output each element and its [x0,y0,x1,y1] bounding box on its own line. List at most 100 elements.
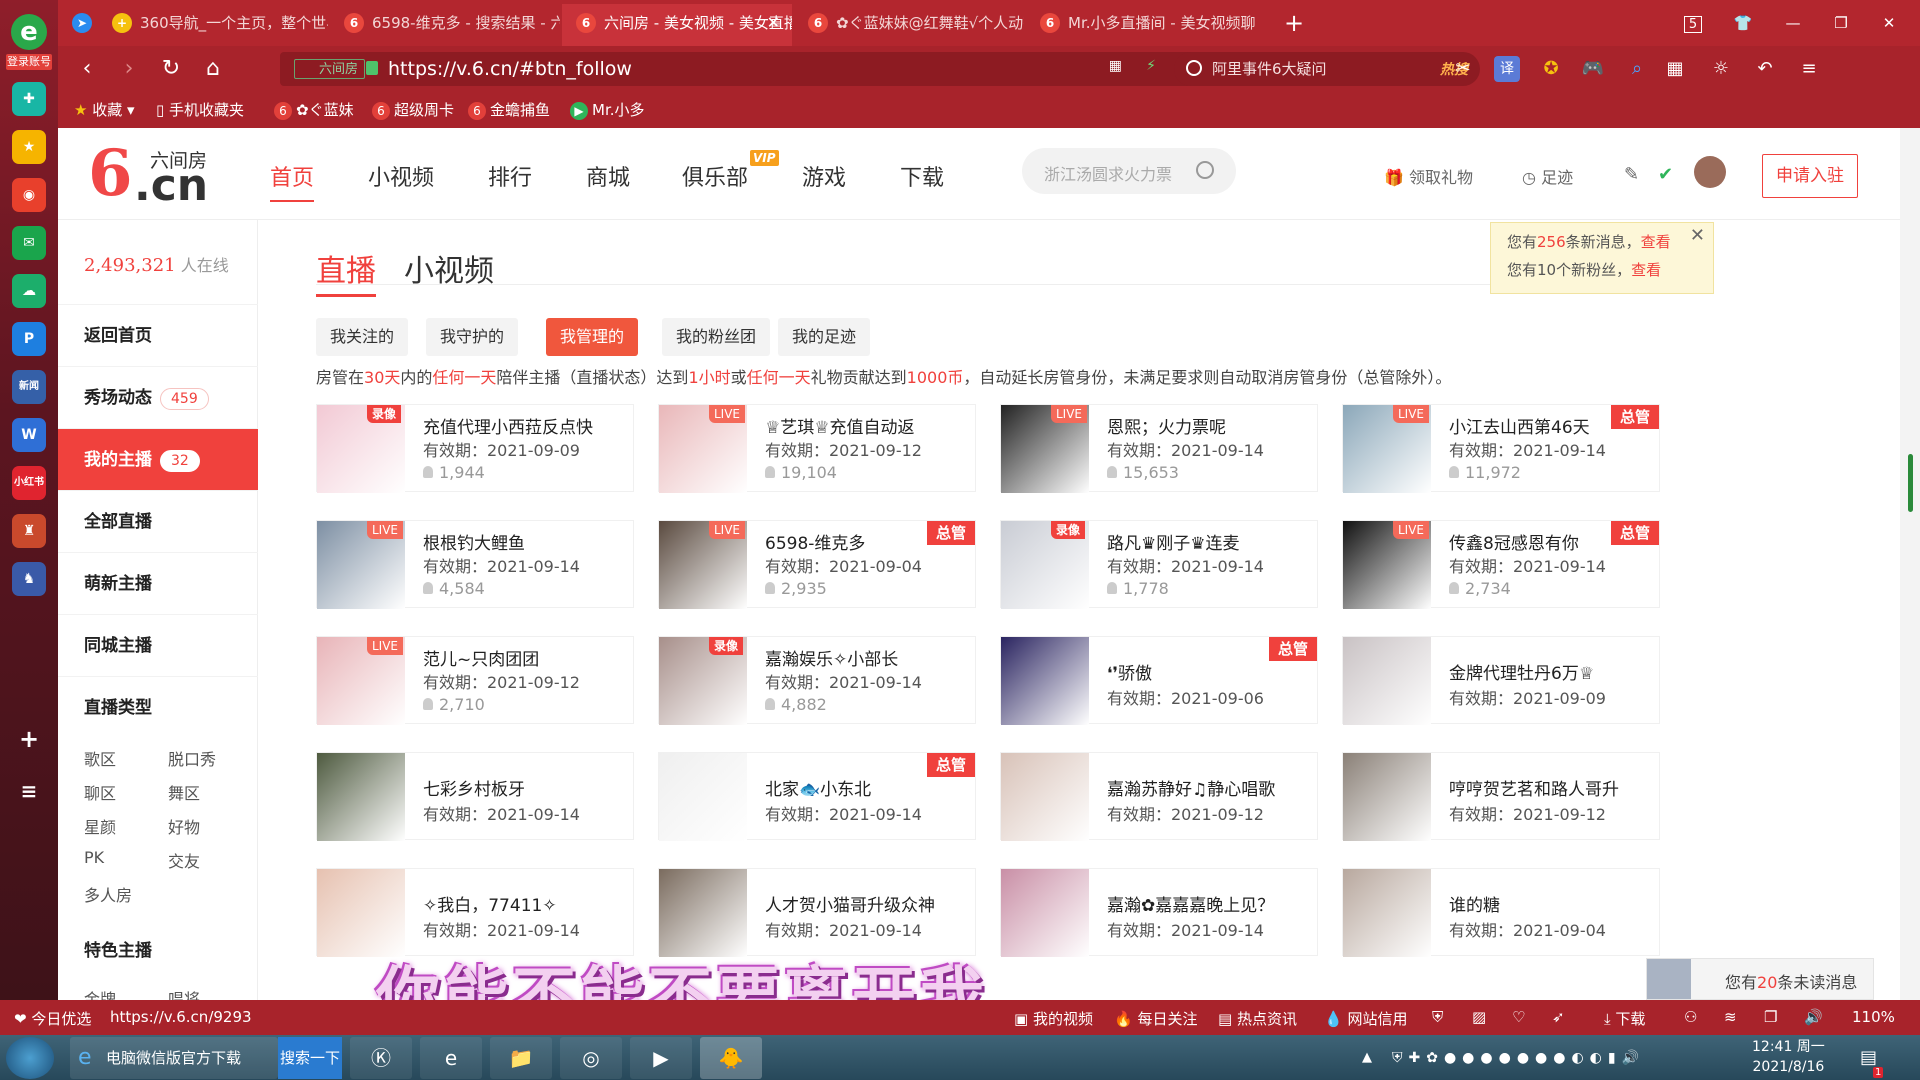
anchor-card[interactable]: 嘉瀚苏静好♫静心唱歌 有效期：2021-09-12 [1000,752,1318,841]
url-text[interactable]: https://v.6.cn/#btn_follow [388,57,632,81]
anchor-card[interactable]: 录像 充值代理小西菈反点快 有效期：2021-09-09 1,944 [316,404,634,493]
browser-menu-button[interactable]: ➤ [58,4,98,46]
tab-search-results[interactable]: 6 6598-维克多 - 搜索结果 - 六 [330,4,560,46]
brightness-icon[interactable]: ☼ [1708,56,1734,82]
coin-icon[interactable]: ✪ [1538,56,1564,82]
back-icon[interactable]: ‹ [72,54,102,84]
nav-local-anchors[interactable]: 同城主播 [58,614,258,676]
anchor-name[interactable]: 七彩乡村板牙 [423,775,525,800]
type-friends[interactable]: 交友 [168,848,200,872]
avatar[interactable] [1694,156,1726,188]
anchor-thumbnail[interactable] [659,753,747,841]
status-site-credit[interactable]: 💧 网站信用 [1324,1008,1407,1029]
anchor-card[interactable]: ✧我白，77411✧ 有效期：2021-09-14 [316,868,634,957]
anchor-card[interactable]: 哼哼贺艺茗和路人哥升 有效期：2021-09-12 [1342,752,1660,841]
view-fans-link[interactable]: 查看 [1631,261,1661,279]
k-app-icon[interactable]: Ⓚ [350,1037,412,1079]
login-account-button[interactable]: e 登录账号 [6,14,52,74]
anchor-card[interactable]: 人才贺小猫哥升级众神 有效期：2021-09-14 [658,868,976,957]
like-icon[interactable]: ♡ [1512,1008,1525,1026]
vertical-scrollbar[interactable] [1900,128,1920,1000]
type-song[interactable]: 歌区 [84,746,116,770]
weibo-icon[interactable]: ◉ [12,178,46,212]
nav-club[interactable]: 俱乐部 [682,160,748,192]
nav-all-live[interactable]: 全部直播 [58,490,258,552]
nav-show-feed[interactable]: 秀场动态 459 [58,366,258,428]
red-app-icon[interactable]: 小红书 [12,466,46,500]
folder-app-icon[interactable]: 📁 [490,1037,552,1079]
anchor-thumbnail[interactable] [1001,753,1089,841]
footprint-link[interactable]: ◷ 足迹 [1522,164,1573,188]
anchor-name[interactable]: 范儿~只肉团团 [423,645,539,670]
new-tab-button[interactable]: + [1274,4,1314,46]
type-goods[interactable]: 好物 [168,814,200,838]
subtab-managing[interactable]: 我管理的 [546,318,639,356]
translate-icon[interactable]: 译 [1494,56,1520,82]
notification-icon[interactable]: ▤1 [1860,1037,1884,1079]
scroll-thumb[interactable] [1908,454,1913,512]
tab-6cn-active[interactable]: 6 六间房 - 美女视频 - 美女直播 ✕ [562,4,792,46]
anchor-name[interactable]: 小江去山西第46天 [1449,413,1590,438]
home-icon[interactable]: ⌂ [198,54,228,84]
qr-icon[interactable]: ▦ [1109,58,1122,74]
anchor-name[interactable]: 北家🐟小东北 [765,775,871,800]
bookmark-fishing[interactable]: 6 金蟾捕鱼 [468,100,550,120]
restore-icon[interactable]: ❐ [1826,4,1856,46]
type-dance[interactable]: 舞区 [168,780,200,804]
anchor-thumbnail[interactable] [1001,637,1089,725]
anchor-thumbnail[interactable] [1343,869,1431,957]
menu-list-icon[interactable]: ≡ [12,774,46,808]
tab-live[interactable]: 直播 [316,246,376,297]
bookmark-mobile[interactable]: ▯ 手机收藏夹 [156,100,244,120]
bolt-icon[interactable]: ⚡ [1146,58,1156,74]
anchor-card[interactable]: ❛❜骄傲 有效期：2021-09-06 总管 [1000,636,1318,725]
anchor-card[interactable]: LIVE 恩熙；火力票呢 有效期：2021-09-14 15,653 [1000,404,1318,493]
anchor-card[interactable]: LIVE 范儿~只肉团团 有效期：2021-09-12 2,710 [316,636,634,725]
gamepad-icon[interactable]: 🎮 [1580,56,1606,82]
anchor-card[interactable]: LIVE ♕艺琪♕充值自动返 有效期：2021-09-12 19,104 [658,404,976,493]
plus-app-icon[interactable]: ✚ [12,82,46,116]
status-hot-news[interactable]: ▤ 热点资讯 [1218,1008,1297,1029]
anchor-card[interactable]: LIVE 根根钓大鲤鱼 有效期：2021-09-14 4,584 [316,520,634,609]
ie-app-icon[interactable]: e [420,1037,482,1079]
scissors-icon[interactable]: ✂ [1450,56,1476,82]
view-messages-link[interactable]: 查看 [1641,233,1671,251]
anchor-name[interactable]: 人才贺小猫哥升级众神 [765,891,935,916]
add-app-icon[interactable]: + [12,722,46,756]
anchor-name[interactable]: ✧我白，77411✧ [423,891,557,916]
anchor-thumbnail[interactable] [1343,637,1431,725]
forward-icon[interactable]: › [114,54,144,84]
browser-search[interactable]: 阿里事件6大疑问 热搜 [1174,52,1480,86]
subtab-following[interactable]: 我关注的 [316,318,409,356]
shield-icon[interactable]: ⛨ [1432,1008,1443,1026]
rocket-icon[interactable]: ➶ [1552,1008,1565,1026]
game2-app-icon[interactable]: ♞ [12,562,46,596]
word-doc-icon[interactable]: W [12,418,46,452]
anchor-name[interactable]: ♕艺琪♕充值自动返 [765,413,914,438]
anchor-card[interactable]: 谁的糖 有效期：2021-09-04 [1342,868,1660,957]
anchor-name[interactable]: 嘉瀚✿嘉嘉嘉晚上见？ [1107,891,1274,916]
minimize-icon[interactable]: — [1778,4,1808,46]
subtab-fan-club[interactable]: 我的粉丝团 [662,318,771,356]
anchor-card[interactable]: 七彩乡村板牙 有效期：2021-09-14 [316,752,634,841]
nav-short-video[interactable]: 小视频 [368,160,434,192]
anchor-card[interactable]: 嘉瀚✿嘉嘉嘉晚上见？ 有效期：2021-09-14 [1000,868,1318,957]
anchor-name[interactable]: ❛❜骄傲 [1107,659,1152,684]
anchor-name[interactable]: 金牌代理牡丹6万♕ [1449,659,1594,684]
player-app-icon[interactable]: ▶ [630,1037,692,1079]
nav-download[interactable]: 下载 [900,160,944,192]
anchor-name[interactable]: 恩熙；火力票呢 [1107,413,1226,438]
nav-my-anchors[interactable]: 我的主播 32 [58,428,258,490]
tab-mr-xiaoduo[interactable]: 6 Mr.小多直播间 - 美女视频聊天 [1026,4,1256,46]
window-icon[interactable]: ❐ [1764,1008,1777,1026]
daily-picks[interactable]: ❤ 今日优选 [14,1008,91,1029]
360-app-icon[interactable]: ◎ [560,1037,622,1079]
tray-expand-icon[interactable]: ▲ [1362,1037,1372,1079]
featured-gold[interactable]: 金牌 [84,986,116,1000]
type-pk[interactable]: PK [84,848,104,867]
taskbar-search[interactable]: 搜索一下 [278,1037,342,1079]
zoom-level[interactable]: 110% [1852,1008,1895,1026]
check-icon[interactable]: ✔ [1658,164,1673,185]
nav-mall[interactable]: 商城 [586,160,630,192]
apps-grid-icon[interactable]: ▦ [1662,56,1688,82]
